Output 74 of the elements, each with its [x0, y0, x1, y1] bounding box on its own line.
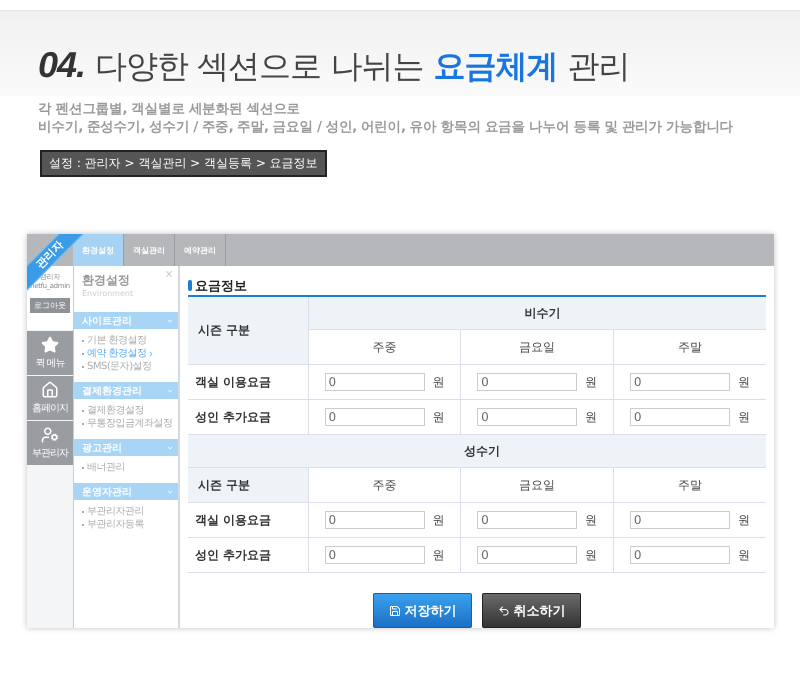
column-header: 주중: [308, 330, 461, 364]
star-icon: [41, 336, 59, 354]
house-icon: [41, 381, 59, 399]
breadcrumb: 설정 : 관리자 > 객실관리 > 객실등록 > 요금정보: [40, 150, 327, 177]
fee-input[interactable]: 0: [324, 546, 424, 564]
page-heading: 04. 다양한 섹션으로 나뉘는 요금체계 관리: [38, 45, 630, 86]
sidebar-item[interactable]: 무통장입금계좌설정: [82, 417, 178, 430]
undo-icon: [498, 604, 510, 616]
unit-label: 원: [432, 546, 444, 564]
section-title: 요금정보: [195, 278, 247, 294]
sidebar-section-header[interactable]: 광고관리: [74, 439, 178, 456]
close-icon[interactable]: [164, 269, 174, 279]
quick-menu-tile[interactable]: 퀵 메뉴: [27, 331, 73, 375]
season-name: 비수기: [308, 296, 766, 330]
user-gear-icon: [41, 426, 59, 444]
unit-label: 원: [585, 408, 598, 426]
unit-label: 원: [432, 408, 444, 426]
fee-input[interactable]: 0: [630, 373, 730, 391]
fee-input[interactable]: 0: [324, 511, 424, 529]
unit-label: 원: [585, 546, 598, 564]
fee-label: 성인 추가요금: [188, 538, 308, 572]
sidebar-item[interactable]: 부관리자등록: [82, 518, 178, 531]
save-button[interactable]: 저장하기: [373, 593, 472, 628]
sidebar-item[interactable]: 부관리자관리: [82, 505, 178, 518]
fee-input[interactable]: 0: [477, 373, 578, 391]
unit-label: 원: [585, 512, 598, 528]
nav-tab[interactable]: 예약관리: [175, 234, 226, 266]
sidebar-section-header[interactable]: 결제환경관리: [74, 382, 178, 399]
column-header: 금요일: [460, 330, 614, 364]
nav-tab[interactable]: 환경설정: [73, 234, 124, 266]
column-header: 금요일: [460, 468, 614, 502]
fee-input[interactable]: 0: [630, 546, 730, 564]
unit-label: 원: [738, 512, 750, 528]
fee-input[interactable]: 0: [630, 408, 730, 426]
quick-menu-tile[interactable]: 부관리자: [27, 421, 73, 465]
fee-label: 객실 이용요금: [188, 502, 308, 538]
season-name: 성수기: [188, 434, 766, 468]
sidebar-section-header[interactable]: 사이트관리: [74, 312, 178, 329]
fee-input[interactable]: 0: [324, 408, 424, 426]
bar-icon: [188, 280, 192, 291]
column-header: 주말: [613, 468, 766, 502]
description-text: 각 펜션그룹별, 객실별로 세분화된 섹션으로: [38, 100, 302, 118]
fee-input[interactable]: 0: [477, 408, 578, 426]
unit-label: 원: [585, 374, 598, 390]
sidebar-item[interactable]: 결제환경설정: [82, 404, 178, 417]
fee-input[interactable]: 0: [477, 511, 578, 529]
nav-tab[interactable]: 객실관리: [124, 234, 175, 266]
sidebar-item[interactable]: 예약 환경설정: [82, 347, 178, 360]
fee-input[interactable]: 0: [477, 546, 578, 564]
tile-label: 홈페이지: [32, 402, 68, 415]
cancel-button[interactable]: 취소하기: [482, 593, 581, 628]
fee-input[interactable]: 0: [324, 373, 424, 391]
quick-menu-tile[interactable]: 홈페이지: [27, 376, 73, 420]
column-header: 주중: [308, 468, 461, 502]
unit-label: 원: [738, 546, 750, 564]
row-header: 시즌 구분: [188, 468, 308, 502]
column-header: 주말: [613, 330, 766, 364]
save-icon: [388, 604, 400, 616]
fee-label: 객실 이용요금: [188, 364, 308, 400]
row-header: 시즌 구분: [188, 296, 308, 364]
sidebar-item[interactable]: 기본 환경설정: [82, 334, 178, 347]
sidebar-item[interactable]: 배너관리: [82, 461, 178, 474]
sidebar-title: 환경설정: [82, 272, 130, 289]
tile-label: 퀵 메뉴: [35, 357, 65, 370]
unit-label: 원: [738, 374, 750, 390]
logout-button[interactable]: 로그아웃: [30, 298, 70, 313]
sidebar-section-header[interactable]: 운영자관리: [74, 483, 178, 500]
fee-input[interactable]: 0: [630, 511, 730, 529]
description-text: 비수기, 준성수기, 성수기 / 주중, 주말, 금요일 / 성인, 어린이, 유아 항목의 요금을 나누어 등록 및 관리가 가능합니다: [38, 118, 734, 136]
sidebar-item[interactable]: SMS(문자)설정: [82, 360, 178, 373]
tile-label: 부관리자: [32, 447, 68, 460]
unit-label: 원: [432, 374, 444, 390]
unit-label: 원: [432, 512, 444, 528]
unit-label: 원: [738, 408, 750, 426]
